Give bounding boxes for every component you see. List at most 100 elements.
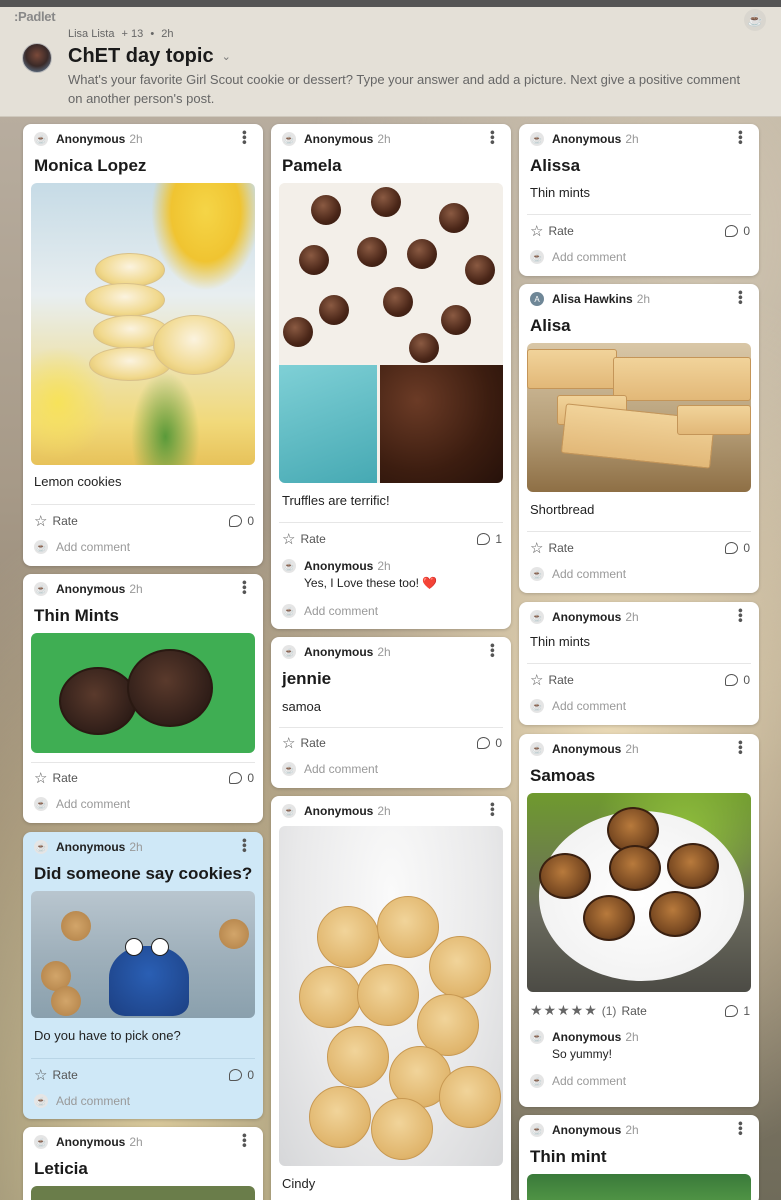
more-options-icon[interactable]: ••• bbox=[237, 838, 253, 853]
post-actions: ☆ Rate 0 bbox=[530, 222, 750, 240]
post-author: Anonymous bbox=[552, 742, 622, 756]
comment-count-button[interactable]: 0 bbox=[725, 673, 750, 687]
post-image-truffles[interactable] bbox=[279, 183, 503, 483]
post-card-cookies[interactable]: ☕ Anonymous 2h ••• Did someone say cooki… bbox=[23, 832, 263, 1119]
more-options-icon[interactable]: ••• bbox=[237, 580, 253, 595]
padlet-logo[interactable]: :Padlet bbox=[14, 9, 56, 24]
add-comment-button[interactable]: ☕ Add comment bbox=[282, 604, 378, 618]
comment-count-button[interactable]: 0 bbox=[477, 736, 502, 750]
rating-stars-icon[interactable]: ★★★★★ bbox=[530, 1002, 598, 1019]
post-title: Thin Mints bbox=[34, 606, 119, 625]
rate-button[interactable]: Rate bbox=[548, 673, 573, 687]
post-time: 2h bbox=[129, 132, 143, 146]
star-icon[interactable]: ☆ bbox=[530, 671, 543, 689]
post-card-monica[interactable]: ☕ Anonymous 2h ••• Monica Lopez Lemon co… bbox=[23, 124, 263, 566]
post-card-jennie[interactable]: ☕ Anonymous 2h ••• jennie samoa ☆ Rate 0… bbox=[271, 637, 511, 788]
collaborator-count[interactable]: + 13 bbox=[122, 28, 144, 40]
star-icon[interactable]: ☆ bbox=[530, 222, 543, 240]
post-card-alissa[interactable]: ☕ Anonymous 2h ••• Alissa Thin mints ☆ R… bbox=[519, 124, 759, 276]
post-card-pamela[interactable]: ☕ Anonymous 2h ••• Pamela Truffles are t… bbox=[271, 124, 511, 629]
more-options-icon[interactable]: ••• bbox=[733, 130, 749, 145]
more-options-icon[interactable]: ••• bbox=[733, 608, 749, 623]
rate-button[interactable]: Rate bbox=[548, 541, 573, 555]
rate-button[interactable]: Rate bbox=[52, 1068, 77, 1082]
post-time: 2h bbox=[129, 582, 143, 596]
post-body: Do you have to pick one? bbox=[34, 1028, 181, 1043]
comment-count-button[interactable]: 1 bbox=[477, 532, 502, 546]
post-image-lemon-cookies[interactable] bbox=[31, 183, 255, 465]
rate-button[interactable]: Rate bbox=[548, 224, 573, 238]
rate-button[interactable]: Rate bbox=[300, 532, 325, 546]
page-title: ChET day topic bbox=[68, 45, 214, 67]
rate-button[interactable]: Rate bbox=[52, 514, 77, 528]
star-icon[interactable]: ☆ bbox=[34, 1066, 47, 1084]
star-icon[interactable]: ☆ bbox=[282, 734, 295, 752]
owner-name[interactable]: Lisa Lista bbox=[68, 28, 114, 40]
post-image-shortbread[interactable] bbox=[527, 343, 751, 492]
add-comment-button[interactable]: ☕ Add comment bbox=[530, 567, 626, 581]
post-image-cookie-monster[interactable] bbox=[31, 891, 255, 1018]
add-comment-button[interactable]: ☕ Add comment bbox=[530, 699, 626, 713]
post-author: Anonymous bbox=[304, 645, 374, 659]
star-icon[interactable]: ☆ bbox=[34, 769, 47, 787]
star-icon[interactable]: ☆ bbox=[34, 512, 47, 530]
post-header: ☕ Anonymous 2h bbox=[34, 582, 143, 596]
comment-count-button[interactable]: 0 bbox=[725, 224, 750, 238]
more-options-icon[interactable]: ••• bbox=[733, 290, 749, 305]
more-options-icon[interactable]: ••• bbox=[733, 1121, 749, 1136]
rate-button[interactable]: Rate bbox=[621, 1004, 646, 1018]
star-icon[interactable]: ☆ bbox=[530, 539, 543, 557]
add-comment-button[interactable]: ☕ Add comment bbox=[34, 797, 130, 811]
post-body: Cindy bbox=[282, 1176, 316, 1191]
post-image-thin-mints[interactable] bbox=[31, 633, 255, 753]
post-card-thin-mint[interactable]: ☕ Anonymous 2h ••• Thin mint bbox=[519, 1115, 759, 1200]
post-card-cindy[interactable]: ☕ Anonymous 2h ••• Cindy bbox=[271, 796, 511, 1200]
post-actions: ☆ Rate 0 bbox=[34, 512, 254, 530]
add-comment-button[interactable]: ☕ Add comment bbox=[530, 1074, 626, 1088]
post-body: samoa bbox=[282, 699, 322, 714]
owner-avatar[interactable] bbox=[22, 43, 52, 73]
post-card-leticia[interactable]: ☕ Anonymous 2h ••• Leticia bbox=[23, 1127, 263, 1200]
post-author: Anonymous bbox=[56, 132, 126, 146]
post-body: Shortbread bbox=[530, 502, 595, 517]
post-author: Anonymous bbox=[552, 610, 622, 624]
comment-bubble-icon bbox=[229, 515, 243, 527]
post-card-samoas[interactable]: ☕ Anonymous 2h ••• Samoas ★★★★★ (1) Rate bbox=[519, 734, 759, 1107]
add-comment-button[interactable]: ☕ Add comment bbox=[530, 250, 626, 264]
post-header: ☕ Anonymous 2h bbox=[530, 742, 639, 756]
rate-button[interactable]: Rate bbox=[52, 771, 77, 785]
post-image-leticia[interactable] bbox=[31, 1186, 255, 1200]
post-card-thin-mints[interactable]: ☕ Anonymous 2h ••• Thin Mints ☆ Rate 0 ☕… bbox=[23, 574, 263, 823]
anonymous-avatar-icon: ☕ bbox=[530, 610, 544, 624]
more-options-icon[interactable]: ••• bbox=[485, 802, 501, 817]
more-options-icon[interactable]: ••• bbox=[485, 130, 501, 145]
comment-count-button[interactable]: 0 bbox=[229, 514, 254, 528]
post-image-samoas[interactable] bbox=[527, 793, 751, 992]
comment-bubble-icon bbox=[725, 1004, 739, 1017]
post-image-thin-mint[interactable] bbox=[527, 1174, 751, 1200]
post-image-shortbread-rounds[interactable] bbox=[279, 826, 503, 1166]
star-icon[interactable]: ☆ bbox=[282, 530, 295, 548]
add-comment-button[interactable]: ☕ Add comment bbox=[34, 540, 130, 554]
comment-time: 2h bbox=[625, 1030, 639, 1044]
comment-count-button[interactable]: 1 bbox=[725, 1004, 750, 1018]
comment-count-button[interactable]: 0 bbox=[229, 1068, 254, 1082]
rate-button[interactable]: Rate bbox=[300, 736, 325, 750]
comment-text: So yummy! bbox=[552, 1047, 613, 1061]
more-options-icon[interactable]: ••• bbox=[237, 130, 253, 145]
more-options-icon[interactable]: ••• bbox=[485, 643, 501, 658]
profile-icon[interactable]: ☕ bbox=[744, 9, 766, 31]
add-comment-button[interactable]: ☕ Add comment bbox=[34, 1094, 130, 1108]
more-options-icon[interactable]: ••• bbox=[733, 740, 749, 755]
more-options-icon[interactable]: ••• bbox=[237, 1133, 253, 1148]
comment-count-button[interactable]: 0 bbox=[725, 541, 750, 555]
post-card-alisa[interactable]: A Alisa Hawkins 2h ••• Alisa Shortbread … bbox=[519, 284, 759, 593]
add-comment-button[interactable]: ☕ Add comment bbox=[282, 762, 378, 776]
post-time: 2h bbox=[129, 840, 143, 854]
post-actions: ☆ Rate 1 bbox=[282, 530, 502, 548]
post-time: 2h bbox=[625, 1123, 639, 1137]
chevron-down-icon[interactable]: ⌄ bbox=[222, 50, 231, 63]
post-title: Thin mint bbox=[530, 1147, 607, 1166]
post-card-thin-mints-2[interactable]: ☕ Anonymous 2h ••• Thin mints ☆ Rate 0 ☕… bbox=[519, 602, 759, 725]
comment-count-button[interactable]: 0 bbox=[229, 771, 254, 785]
